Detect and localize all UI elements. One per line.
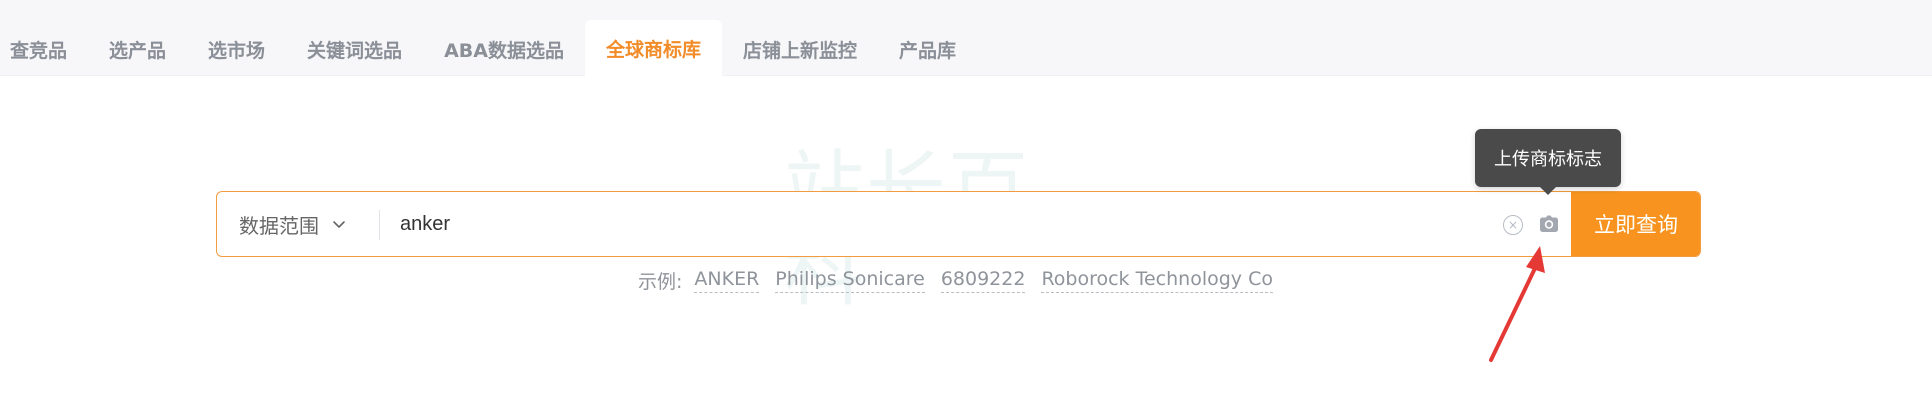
examples-label: 示例: [638,270,683,293]
top-tab-bar: 查竞品 选产品 选市场 关键词选品 ABA数据选品 全球商标库 店铺上新监控 产… [0,0,1932,76]
example-roborock-technology-co[interactable]: Roborock Technology Co [1041,268,1273,293]
search-divider [379,210,380,240]
tab-product-library[interactable]: 产品库 [878,22,977,76]
tab-product[interactable]: 选产品 [88,22,187,76]
search-examples: 示例: ANKER Philips Sonicare 6809222 Robor… [638,267,1273,293]
data-scope-label: 数据范围 [239,213,319,238]
data-scope-select[interactable]: 数据范围 [217,192,379,256]
tab-global-trademark[interactable]: 全球商标库 [584,20,722,76]
clear-circle-icon[interactable]: × [1503,215,1523,235]
camera-icon[interactable] [1535,210,1563,238]
tab-store-monitor[interactable]: 店铺上新监控 [722,22,878,76]
example-anker[interactable]: ANKER [694,268,760,293]
tab-market[interactable]: 选市场 [187,22,286,76]
search-submit-button[interactable]: 立即查询 [1571,192,1700,256]
example-philips-sonicare[interactable]: Philips Sonicare [775,268,925,293]
tab-keyword[interactable]: 关键词选品 [286,22,423,76]
chevron-down-icon [331,216,347,232]
tab-aba-data[interactable]: ABA数据选品 [423,22,585,76]
example-6809222[interactable]: 6809222 [940,268,1026,293]
tab-list: 查竞品 选产品 选市场 关键词选品 ABA数据选品 全球商标库 店铺上新监控 产… [0,20,977,76]
upload-logo-tooltip: 上传商标标志 [1475,129,1621,187]
tab-competitor[interactable]: 查竞品 [0,22,88,76]
trademark-search-box: 数据范围 × 立即查询 [216,191,1701,257]
